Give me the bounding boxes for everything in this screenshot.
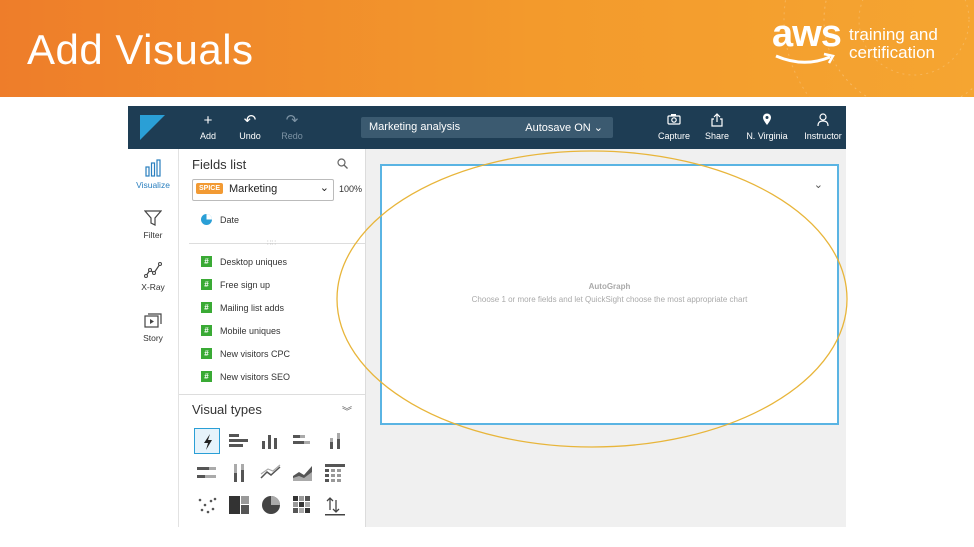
horizontal-bar-chart-icon — [229, 434, 248, 447]
measure-icon: # — [201, 256, 212, 267]
nav-story[interactable]: Story — [128, 312, 178, 343]
visual-type-autograph[interactable] — [194, 428, 220, 454]
line-chart-icon — [260, 464, 281, 479]
visual-type-vertical-bar[interactable] — [258, 428, 284, 454]
area-chart-icon — [293, 466, 312, 481]
analysis-name[interactable]: Marketing analysis — [369, 121, 460, 133]
aws-smile-icon — [775, 52, 835, 64]
visual-type-horizontal-stacked-bar[interactable] — [290, 428, 316, 454]
resize-grip-icon[interactable]: ∷∷ — [267, 239, 276, 247]
quicksight-logo[interactable] — [140, 115, 165, 140]
xray-icon — [144, 262, 162, 278]
visual-type-pivot-table[interactable] — [322, 460, 348, 486]
story-icon — [144, 313, 162, 328]
bar-chart-icon — [145, 159, 161, 177]
visual-type-pie[interactable] — [258, 492, 284, 518]
pie-chart-icon — [262, 496, 280, 514]
measure-icon: # — [201, 279, 212, 290]
aws-tagline: training and certification — [849, 25, 938, 62]
visual-type-vertical-100-bar[interactable] — [226, 460, 252, 486]
date-field-icon — [201, 214, 212, 225]
chevron-down-icon: ⌄ — [319, 182, 329, 194]
visual-type-tree-map[interactable] — [226, 492, 252, 518]
vertical-bar-chart-icon — [262, 435, 277, 449]
dataset-name: Marketing — [229, 183, 278, 195]
highlight-ellipse — [336, 150, 848, 448]
left-navigation: Visualize Filter X-Ray Story — [128, 149, 179, 527]
horizontal-100-bar-icon — [197, 467, 216, 478]
funnel-icon — [144, 210, 162, 226]
dataset-selector[interactable]: SPICE Marketing ⌄ — [192, 179, 334, 201]
add-button[interactable]: + Add — [196, 112, 220, 142]
plus-icon: + — [203, 112, 213, 129]
spice-badge: SPICE — [196, 183, 224, 194]
vertical-100-bar-icon — [234, 464, 244, 482]
pivot-table-icon — [325, 464, 345, 482]
fields-list-title: Fields list — [192, 157, 247, 172]
aws-logo: aws — [772, 13, 842, 55]
capture-button[interactable]: Capture — [656, 113, 692, 141]
visual-type-line[interactable] — [258, 460, 284, 486]
measure-icon: # — [201, 348, 212, 359]
visual-type-area-line[interactable] — [290, 460, 316, 486]
user-icon — [803, 113, 843, 129]
quicksight-logo-icon — [140, 115, 165, 140]
visual-type-horizontal-bar[interactable] — [226, 428, 252, 454]
analysis-name-bar[interactable]: Marketing analysis Autosave ON ⌄ — [361, 117, 613, 138]
user-menu[interactable]: Instructor — [803, 113, 843, 141]
autosave-toggle[interactable]: Autosave ON ⌄ — [525, 121, 603, 134]
top-toolbar: + Add ↶ Undo ↷ Redo Marketing analysis A… — [128, 106, 846, 149]
undo-icon: ↶ — [243, 112, 257, 129]
location-pin-icon — [745, 113, 789, 129]
undo-button[interactable]: ↶ Undo — [235, 112, 265, 142]
measure-icon: # — [201, 371, 212, 382]
nav-visualize[interactable]: Visualize — [128, 159, 178, 190]
region-selector[interactable]: N. Virginia — [745, 113, 789, 141]
visual-type-scatter[interactable] — [194, 492, 220, 518]
camera-icon — [656, 113, 692, 129]
visual-type-kpi[interactable] — [322, 492, 348, 518]
chevron-down-icon: ⌄ — [593, 122, 603, 134]
heat-map-icon — [293, 496, 310, 513]
redo-button[interactable]: ↷ Redo — [278, 112, 306, 142]
redo-icon: ↷ — [285, 112, 299, 129]
share-icon — [704, 113, 730, 129]
measure-icon: # — [201, 302, 212, 313]
measure-icon: # — [201, 325, 212, 336]
scatter-plot-icon — [198, 497, 217, 514]
visual-types-title: Visual types — [192, 402, 262, 417]
nav-xray[interactable]: X-Ray — [128, 261, 178, 292]
slide-title: Add Visuals — [27, 26, 254, 73]
nav-filter[interactable]: Filter — [128, 209, 178, 240]
visual-type-heat-map[interactable] — [290, 492, 316, 518]
lightning-icon — [204, 434, 212, 450]
kpi-icon — [325, 497, 345, 516]
share-button[interactable]: Share — [704, 113, 730, 141]
horizontal-stacked-bar-icon — [293, 435, 310, 444]
tree-map-icon — [229, 496, 249, 514]
visual-type-horizontal-100-bar[interactable] — [194, 460, 220, 486]
slide-banner: Add Visuals aws training and certificati… — [0, 0, 974, 97]
